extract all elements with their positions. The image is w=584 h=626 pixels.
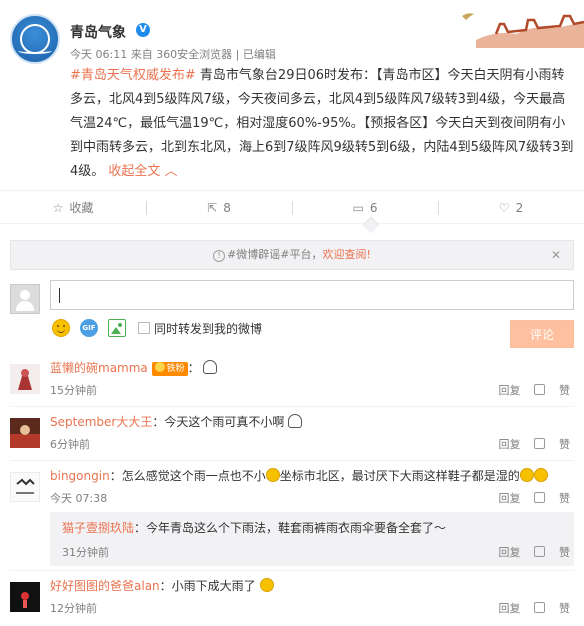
comment-line: 好好图图的爸爸alan：小雨下成大雨了 [50,576,570,596]
crying-emoji-icon [533,468,548,482]
comment-time: 15分钟前 [50,384,97,397]
repost-count: 8 [223,201,231,215]
commenter-avatar[interactable] [10,364,40,394]
like-link[interactable]: 赞 [534,492,570,505]
comment-line: bingongin：怎么感觉这个雨一点也不小 坐标市北区，最讨厌下大雨这样鞋子都是… [50,466,570,486]
comment-count: 6 [369,201,378,215]
commenter-avatar[interactable] [10,472,40,502]
collect-button[interactable]: ☆ 收藏 [0,191,146,225]
comment-text: ：小雨下成大雨了 [159,579,256,593]
comment-line: 蓝懒的碗mamma 铁粉： [50,358,570,378]
comment-ops: 回复 赞 [489,600,570,616]
comment-text: ： [187,361,200,375]
comment-ops: 回复 赞 [489,490,570,506]
post-meta: 今天 06:11 来自 360安全浏览器 | 已编辑 [70,48,276,61]
comment-text-cont: 坐标市北区，最讨厌下大雨这样鞋子都是湿的 [279,469,520,483]
info-icon: ! [213,250,226,262]
submit-comment-button[interactable]: 评论 [510,320,574,348]
text-cursor [59,288,60,303]
crying-emoji-icon [519,468,534,482]
commenter-name[interactable]: 蓝懒的碗mamma [50,361,148,375]
notice-text: #微博辟谣#平台， [227,248,323,261]
like-count: 2 [515,201,524,215]
comment-line: 猫子壹捌玖陆：今年青岛这么个下雨法，鞋套雨裤雨衣雨伞要备全套了～ [62,518,562,538]
repost-checkbox[interactable] [138,322,150,334]
collapse-link[interactable]: 收起全文 ︿ [108,164,177,179]
rumor-notice: ! #微博辟谣#平台，欢迎查阅! ✕ [10,240,574,270]
comment-time: 6分钟前 [50,438,90,451]
like-link[interactable]: 赞 [534,602,570,615]
fan-badge: 铁粉 [151,362,188,376]
thumbs-up-icon [534,546,545,557]
commenter-name[interactable]: September大大王 [50,415,152,429]
like-link[interactable]: 赞 [534,546,570,559]
comment-time: 12分钟前 [50,602,97,615]
logo-wave-icon [18,48,52,54]
comment-input[interactable] [50,280,574,310]
comment-ops: 回复 赞 [489,436,570,452]
thumbs-up-icon [534,602,545,613]
verified-icon: V [136,23,150,37]
composer-toolbar: GIF 同时转发到我的微博 [50,318,574,340]
my-avatar [10,284,40,314]
close-icon[interactable]: ✕ [551,241,561,269]
post-text: 青岛市气象台29日06时发布：【青岛市区】今天白天阴有小雨转多云，北风4到5级阵… [70,68,574,179]
post-header: 青岛气象 V 今天 06:11 来自 360安全浏览器 | 已编辑 [0,0,584,66]
comment-line: September大大王：今天这个雨可真不小啊 [50,412,570,432]
emoji-icon[interactable] [52,319,70,337]
reply-link[interactable]: 回复 [499,384,521,397]
star-icon: ☆ [52,201,64,215]
reply-link[interactable]: 回复 [499,546,521,559]
reply-link[interactable]: 回复 [499,492,521,505]
reply-link[interactable]: 回复 [499,602,521,615]
thumbs-up-icon [534,492,545,503]
comment-button[interactable]: ▭ 6 [292,191,438,225]
reply-link[interactable]: 回复 [499,438,521,451]
thumbs-up-icon [534,438,545,449]
rain-emoji-icon [203,360,218,374]
repost-checkbox-label: 同时转发到我的微博 [154,322,263,336]
comment-time: 今天 07:38 [50,492,108,505]
like-button[interactable]: ♡ 2 [438,191,584,225]
author-avatar[interactable] [10,14,60,64]
comment-ops: 回复 赞 [489,544,570,560]
divider [10,406,574,407]
comment-time: 31分钟前 [62,546,109,559]
gif-icon[interactable]: GIF [80,319,98,337]
thumbs-up-icon [534,384,545,395]
repost-icon: ⇱ [207,201,218,215]
rain-emoji-icon [288,414,303,428]
commenter-avatar[interactable] [10,582,40,612]
commenter-name[interactable]: 好好图图的爸爸alan [50,579,160,593]
sub-reply: 猫子壹捌玖陆：今年青岛这么个下雨法，鞋套雨裤雨衣雨伞要备全套了～ 31分钟前 回… [50,512,574,566]
collect-label: 收藏 [69,201,94,215]
divider [10,460,574,461]
divider [10,570,574,571]
comment-text: ：怎么感觉这个雨一点也不小 [109,469,266,483]
notice-link[interactable]: 欢迎查阅! [323,248,371,261]
like-link[interactable]: 赞 [534,384,570,397]
topic-tag[interactable]: #青岛天气权威发布# [70,68,196,83]
post-content: #青岛天气权威发布# 青岛市气象台29日06时发布：【青岛市区】今天白天阴有小雨… [70,64,576,184]
comment-text: ：今年青岛这么个下雨法，鞋套雨裤雨衣雨伞要备全套了～ [134,521,447,535]
repost-button[interactable]: ⇱ 8 [146,191,292,225]
commenter-avatar[interactable] [10,418,40,448]
commenter-name[interactable]: bingongin [50,469,110,483]
image-icon[interactable] [108,319,126,337]
thumbs-up-icon: ♡ [498,201,510,215]
great-wall-banner [456,0,584,48]
comment-ops: 回复 赞 [489,382,570,398]
comment-text: ：今天这个雨可真不小啊 [152,415,285,429]
crying-emoji-icon [265,468,280,482]
comment-icon: ▭ [352,201,364,215]
author-name[interactable]: 青岛气象 [70,22,126,42]
commenter-name[interactable]: 猫子壹捌玖陆 [62,521,134,535]
thinking-emoji-icon [259,578,274,592]
like-link[interactable]: 赞 [534,438,570,451]
action-bar: ☆ 收藏 ⇱ 8 ▭ 6 ♡ 2 [0,190,584,234]
comment-composer: GIF 同时转发到我的微博 [0,278,584,352]
